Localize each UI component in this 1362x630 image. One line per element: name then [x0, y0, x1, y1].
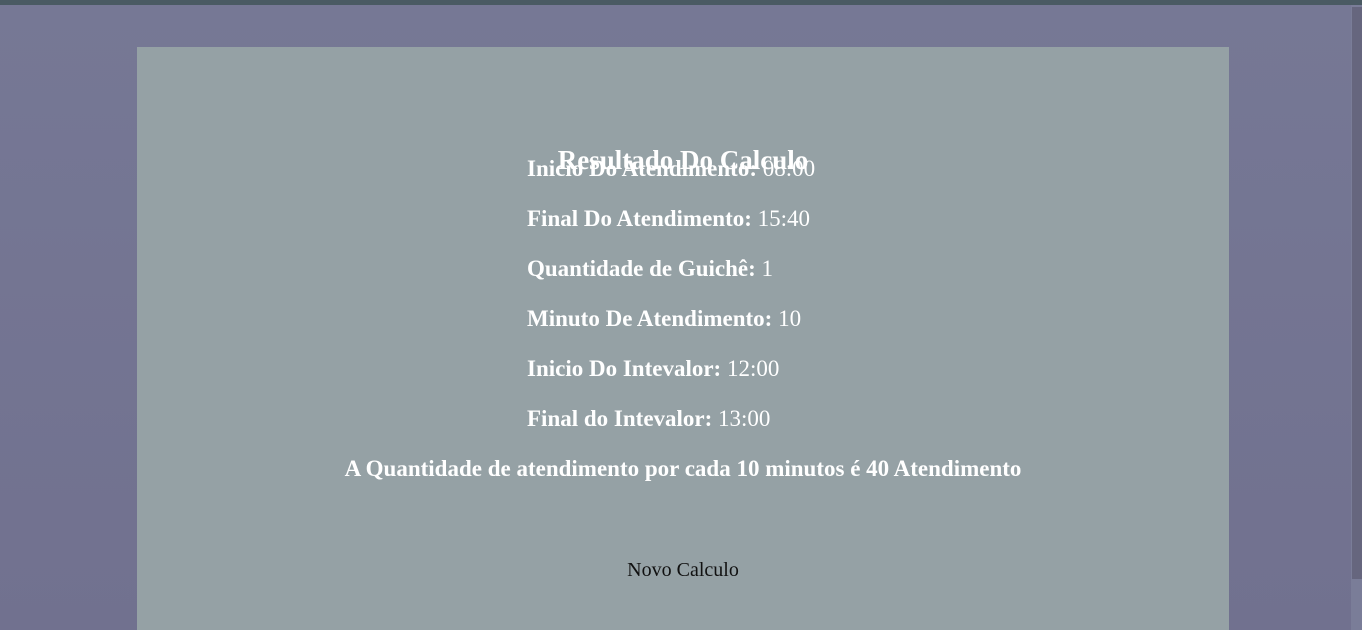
result-card: Resultado Do Calculo Inicio Do Atendimen… [137, 47, 1229, 630]
details-list: Inicio Do Atendimento: 08:00 Final Do At… [527, 155, 1087, 455]
detail-label: Inicio Do Intevalor: [527, 356, 722, 381]
detail-value: 08:00 [762, 156, 816, 181]
result-summary: A Quantidade de atendimento por cada 10 … [344, 456, 1022, 481]
detail-value: 15:40 [757, 206, 811, 231]
vertical-scrollbar[interactable] [1351, 5, 1362, 630]
detail-label: Minuto De Atendimento: [527, 306, 773, 331]
detail-row-inicio-atendimento: Inicio Do Atendimento: 08:00 [527, 155, 1087, 205]
scrollbar-thumb[interactable] [1352, 7, 1362, 579]
top-strip [0, 0, 1362, 5]
detail-value: 12:00 [726, 356, 780, 381]
detail-label: Final Do Atendimento: [527, 206, 752, 231]
detail-row-final-intervalo: Final do Intevalor: 13:00 [527, 405, 1087, 455]
detail-value: 13:00 [718, 406, 771, 431]
detail-row-inicio-intervalo: Inicio Do Intevalor: 12:00 [527, 355, 1087, 405]
detail-label: Inicio Do Atendimento: [527, 156, 757, 181]
detail-row-quantidade-guiche: Quantidade de Guichê: 1 [527, 255, 1087, 305]
detail-row-minuto-atendimento: Minuto De Atendimento: 10 [527, 305, 1087, 355]
detail-value: 1 [761, 256, 774, 281]
detail-value: 10 [778, 306, 802, 331]
detail-row-final-atendimento: Final Do Atendimento: 15:40 [527, 205, 1087, 255]
detail-label: Final do Intevalor: [527, 406, 713, 431]
new-calculation-button[interactable]: Novo Calculo [617, 555, 749, 585]
detail-label: Quantidade de Guichê: [527, 256, 756, 281]
